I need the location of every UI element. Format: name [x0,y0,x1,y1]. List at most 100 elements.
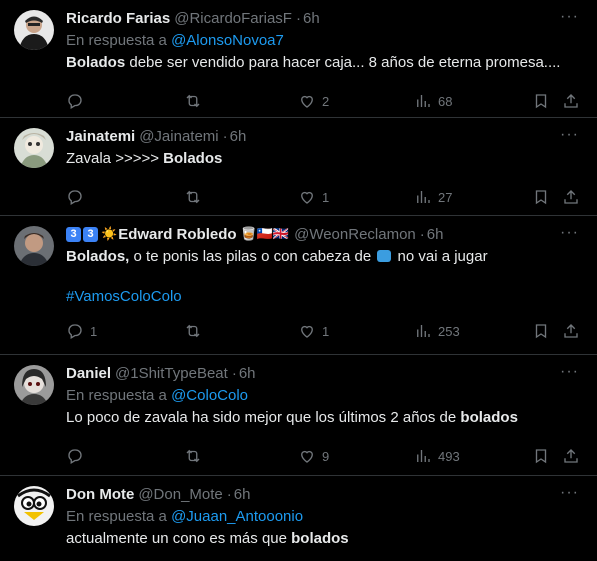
tweet[interactable]: Jainatemi @Jainatemi · 6h ··· Zavala >>>… [0,118,597,216]
reply-button[interactable] [66,447,84,465]
user-handle[interactable]: @1ShitTypeBeat [115,365,228,382]
views-button[interactable]: 493 [414,447,460,465]
share-button[interactable] [562,447,580,465]
user-handle[interactable]: @RicardoFariasF [174,10,292,27]
bookmark-button[interactable] [532,92,550,110]
reply-mention-link[interactable]: @Juaan_Antooonio [171,508,303,525]
flag-emoji-icons: 🥃🇨🇱🇬🇧 [240,226,290,241]
tweet-hashtag-line: #VamosColoColo [66,287,581,307]
reply-count: 1 [90,323,98,339]
more-icon[interactable]: ··· [560,363,579,381]
like-icon [301,325,313,338]
tweet-text: Zavala >>>>> Bolados [66,149,581,169]
reply-icon [68,94,82,109]
share-button[interactable] [562,188,580,206]
separator-dot: · [222,127,228,145]
reply-icon [68,190,82,205]
views-icon [417,95,430,107]
tweet[interactable]: Don Mote @Don_Mote · 6h ··· En respuesta… [0,476,597,561]
bookmark-icon [535,449,547,464]
timestamp[interactable]: 6h [239,365,256,382]
reply-mention-link[interactable]: @ColoColo [171,387,248,404]
retweet-icon [186,190,200,204]
reply-context: En respuesta a @Juaan_Antooonio [66,507,581,526]
display-name[interactable]: Don Mote [66,486,134,503]
keyword-highlight: bolados [291,530,349,547]
tv-emoji-icon [377,250,392,262]
timestamp[interactable]: 6h [427,226,444,243]
more-icon[interactable]: ··· [560,484,579,502]
timestamp[interactable]: 6h [230,128,247,145]
avatar[interactable] [14,128,54,168]
tweet-text-body: actualmente un cono es más que [66,530,292,547]
reply-button[interactable] [66,92,84,110]
keyword-highlight: Bolados, [66,248,130,265]
views-icon [417,450,430,462]
action-bar: 1 27 [66,179,581,215]
separator-dot: · [231,364,237,382]
display-name[interactable]: Jainatemi [66,128,135,145]
like-button[interactable]: 2 [298,92,329,110]
retweet-button[interactable] [184,188,202,206]
like-button[interactable]: 1 [298,188,329,206]
retweet-icon [186,94,200,108]
tweet-header: Jainatemi @Jainatemi · 6h [66,126,581,146]
more-icon[interactable]: ··· [560,8,579,26]
avatar[interactable] [14,226,54,266]
display-name[interactable]: Edward Robledo [118,226,236,243]
separator-dot: · [419,225,425,243]
user-handle[interactable]: @WeonReclamon [294,226,416,243]
display-name[interactable]: Daniel [66,365,111,382]
like-icon [301,95,313,108]
tweet-text: Bolados debe ser vendido para hacer caja… [66,53,581,73]
avatar[interactable] [14,365,54,405]
timestamp[interactable]: 6h [303,10,320,27]
like-button[interactable]: 9 [298,447,329,465]
number-badge-icon: 3 [66,226,81,242]
user-handle[interactable]: @Don_Mote [138,486,222,503]
more-icon[interactable]: ··· [560,126,579,144]
tweet[interactable]: Ricardo Farias @RicardoFariasF · 6h ··· … [0,0,597,118]
hashtag-link[interactable]: #VamosColoColo [66,288,182,305]
timeline-feed: Ricardo Farias @RicardoFariasF · 6h ··· … [0,0,597,561]
tweet-text: Lo poco de zavala ha sido mejor que los … [66,408,581,428]
timestamp[interactable]: 6h [234,486,251,503]
keyword-highlight: bolados [460,409,518,426]
reply-icon [68,449,82,464]
separator-dot: · [295,9,301,27]
views-button[interactable]: 27 [414,188,452,206]
like-count: 2 [322,93,330,109]
share-button[interactable] [562,322,580,340]
tweet-header: 3 3 ☀️ Edward Robledo 🥃🇨🇱🇬🇧 @WeonReclamo… [66,224,581,244]
more-icon[interactable]: ··· [560,224,579,242]
reply-button[interactable] [66,188,84,206]
bookmark-button[interactable] [532,447,550,465]
share-icon [564,94,578,108]
tweet-text: Bolados, o te ponis las pilas o con cabe… [66,247,581,267]
tweet-header: Ricardo Farias @RicardoFariasF · 6h [66,8,581,28]
tweet-text-body: Lo poco de zavala ha sido mejor que los … [66,409,461,426]
like-button[interactable]: 1 [298,322,329,340]
tweet-text-body: Zavala >>>>> [66,150,164,167]
reply-mention-link[interactable]: @AlonsoNovoa7 [171,32,284,49]
user-handle[interactable]: @Jainatemi [139,128,218,145]
bookmark-button[interactable] [532,188,550,206]
views-button[interactable]: 253 [414,322,460,340]
bookmark-button[interactable] [532,322,550,340]
views-button[interactable]: 68 [414,92,452,110]
display-name[interactable]: Ricardo Farias [66,10,170,27]
share-button[interactable] [562,92,580,110]
tweet-text-body: debe ser vendido para hacer caja... 8 añ… [125,54,561,71]
reply-button[interactable]: 1 [66,322,97,340]
share-icon [564,449,578,463]
avatar[interactable] [14,10,54,50]
reply-prefix: En respuesta a [66,387,167,404]
retweet-button[interactable] [184,322,202,340]
tweet[interactable]: 3 3 ☀️ Edward Robledo 🥃🇨🇱🇬🇧 @WeonReclamo… [0,216,597,355]
reply-prefix: En respuesta a [66,508,167,525]
avatar[interactable] [14,486,54,526]
tweet-header: Daniel @1ShitTypeBeat · 6h [66,363,581,383]
retweet-button[interactable] [184,92,202,110]
tweet[interactable]: Daniel @1ShitTypeBeat · 6h ··· En respue… [0,355,597,476]
retweet-button[interactable] [184,447,202,465]
